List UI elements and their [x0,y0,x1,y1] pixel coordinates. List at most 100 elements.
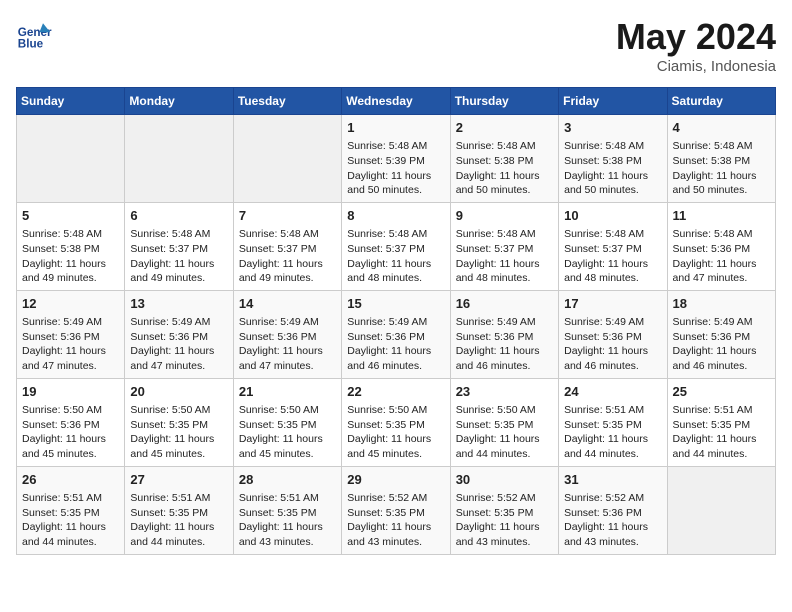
calendar-cell: 7 Sunrise: 5:48 AM Sunset: 5:37 PM Daylig… [233,202,341,290]
day-number: 17 [564,295,661,313]
day-number: 4 [673,119,770,137]
calendar-cell: 3 Sunrise: 5:48 AM Sunset: 5:38 PM Daylig… [559,115,667,203]
calendar-cell: 30 Sunrise: 5:52 AM Sunset: 5:35 PM Dayli… [450,466,558,554]
day-number: 8 [347,207,444,225]
day-number: 31 [564,471,661,489]
day-number: 19 [22,383,119,401]
day-number: 30 [456,471,553,489]
calendar-cell: 15Sunrise: 5:49 AM Sunset: 5:36 PM Dayli… [342,290,450,378]
day-info: Sunrise: 5:51 AM Sunset: 5:35 PM Dayligh… [22,491,119,550]
svg-text:Blue: Blue [18,38,44,51]
day-info: Sunrise: 5:48 AM Sunset: 5:37 PM Dayligh… [239,227,336,286]
calendar-cell [667,466,775,554]
calendar-cell [125,115,233,203]
title-block: May 2024 Ciamis, Indonesia [616,16,776,75]
logo-icon: General Blue [16,16,52,52]
calendar-cell: 26Sunrise: 5:51 AM Sunset: 5:35 PM Dayli… [17,466,125,554]
calendar-cell: 12Sunrise: 5:49 AM Sunset: 5:36 PM Dayli… [17,290,125,378]
day-info: Sunrise: 5:49 AM Sunset: 5:36 PM Dayligh… [456,315,553,374]
day-number: 22 [347,383,444,401]
day-number: 27 [130,471,227,489]
day-info: Sunrise: 5:49 AM Sunset: 5:36 PM Dayligh… [564,315,661,374]
calendar-cell [17,115,125,203]
day-number: 12 [22,295,119,313]
day-info: Sunrise: 5:48 AM Sunset: 5:37 PM Dayligh… [130,227,227,286]
week-row-3: 12 Sunrise: 5:49 AM Sunset: 5:36 PM Dayli… [17,290,776,378]
calendar-cell: 25 Sunrise: 5:51 AM Sunset: 5:35 PM Dayli… [667,378,775,466]
calendar-cell: 31 Sunrise: 5:52 AM Sunset: 5:36 PM Dayli… [559,466,667,554]
day-info: Sunrise: 5:50 AM Sunset: 5:36 PM Dayligh… [22,403,119,462]
day-info: Sunrise: 5:48 AM Sunset: 5:37 PM Dayligh… [347,227,444,286]
calendar-cell: 14 Sunrise: 5:49 AM Sunset: 5:36 PM Dayli… [233,290,341,378]
day-number: 1 [347,119,444,137]
calendar-cell: 17 Sunrise: 5:49 AM Sunset: 5:36 PM Dayli… [559,290,667,378]
day-info: Sunrise: 5:49 AM Sunset: 5:36 PM Dayligh… [347,315,444,374]
calendar-cell: 27 Sunrise: 5:51 AM Sunset: 5:35 PM Dayli… [125,466,233,554]
day-info: Sunrise: 5:51 AM Sunset: 5:35 PM Dayligh… [673,403,770,462]
calendar-cell: 19 Sunrise: 5:50 AM Sunset: 5:36 PM Dayli… [17,378,125,466]
day-info: Sunrise: 5:48 AM Sunset: 5:38 PM Dayligh… [564,139,661,198]
day-header-saturday: Saturday [667,88,775,115]
day-header-thursday: Thursday [450,88,558,115]
calendar-cell: 6 Sunrise: 5:48 AM Sunset: 5:37 PM Daylig… [125,202,233,290]
day-info: Sunrise: 5:51 AM Sunset: 5:35 PM Dayligh… [564,403,661,462]
week-row-4: 19 Sunrise: 5:50 AM Sunset: 5:36 PM Dayli… [17,378,776,466]
week-row-2: 5Sunrise: 5:48 AM Sunset: 5:38 PM Daylig… [17,202,776,290]
day-number: 21 [239,383,336,401]
day-info: Sunrise: 5:48 AM Sunset: 5:37 PM Dayligh… [564,227,661,286]
day-number: 16 [456,295,553,313]
day-number: 29 [347,471,444,489]
location: Ciamis, Indonesia [616,58,776,75]
calendar-cell: 23Sunrise: 5:50 AM Sunset: 5:35 PM Dayli… [450,378,558,466]
logo: General Blue [16,16,52,52]
day-info: Sunrise: 5:48 AM Sunset: 5:39 PM Dayligh… [347,139,444,198]
day-info: Sunrise: 5:50 AM Sunset: 5:35 PM Dayligh… [239,403,336,462]
calendar-cell: 13Sunrise: 5:49 AM Sunset: 5:36 PM Dayli… [125,290,233,378]
day-info: Sunrise: 5:52 AM Sunset: 5:35 PM Dayligh… [347,491,444,550]
day-header-tuesday: Tuesday [233,88,341,115]
day-number: 5 [22,207,119,225]
calendar-table: SundayMondayTuesdayWednesdayThursdayFrid… [16,87,776,555]
day-number: 14 [239,295,336,313]
page-header: General Blue May 2024 Ciamis, Indonesia [16,16,776,75]
day-info: Sunrise: 5:49 AM Sunset: 5:36 PM Dayligh… [673,315,770,374]
day-header-sunday: Sunday [17,88,125,115]
calendar-cell: 22 Sunrise: 5:50 AM Sunset: 5:35 PM Dayli… [342,378,450,466]
day-number: 6 [130,207,227,225]
calendar-cell: 4 Sunrise: 5:48 AM Sunset: 5:38 PM Daylig… [667,115,775,203]
day-info: Sunrise: 5:49 AM Sunset: 5:36 PM Dayligh… [130,315,227,374]
day-number: 10 [564,207,661,225]
day-info: Sunrise: 5:52 AM Sunset: 5:35 PM Dayligh… [456,491,553,550]
day-info: Sunrise: 5:50 AM Sunset: 5:35 PM Dayligh… [347,403,444,462]
day-number: 25 [673,383,770,401]
days-header-row: SundayMondayTuesdayWednesdayThursdayFrid… [17,88,776,115]
calendar-cell: 18 Sunrise: 5:49 AM Sunset: 5:36 PM Dayli… [667,290,775,378]
day-info: Sunrise: 5:52 AM Sunset: 5:36 PM Dayligh… [564,491,661,550]
month-title: May 2024 [616,16,776,58]
day-info: Sunrise: 5:48 AM Sunset: 5:37 PM Dayligh… [456,227,553,286]
day-info: Sunrise: 5:50 AM Sunset: 5:35 PM Dayligh… [130,403,227,462]
day-header-monday: Monday [125,88,233,115]
day-info: Sunrise: 5:48 AM Sunset: 5:38 PM Dayligh… [673,139,770,198]
day-header-wednesday: Wednesday [342,88,450,115]
week-row-1: 1 Sunrise: 5:48 AM Sunset: 5:39 PM Daylig… [17,115,776,203]
calendar-cell: 29 Sunrise: 5:52 AM Sunset: 5:35 PM Dayli… [342,466,450,554]
day-number: 18 [673,295,770,313]
day-info: Sunrise: 5:48 AM Sunset: 5:38 PM Dayligh… [456,139,553,198]
day-number: 3 [564,119,661,137]
day-info: Sunrise: 5:50 AM Sunset: 5:35 PM Dayligh… [456,403,553,462]
day-number: 2 [456,119,553,137]
calendar-cell: 11Sunrise: 5:48 AM Sunset: 5:36 PM Dayli… [667,202,775,290]
day-number: 24 [564,383,661,401]
calendar-cell: 5Sunrise: 5:48 AM Sunset: 5:38 PM Daylig… [17,202,125,290]
day-info: Sunrise: 5:48 AM Sunset: 5:36 PM Dayligh… [673,227,770,286]
calendar-cell: 10 Sunrise: 5:48 AM Sunset: 5:37 PM Dayli… [559,202,667,290]
day-info: Sunrise: 5:49 AM Sunset: 5:36 PM Dayligh… [239,315,336,374]
calendar-cell: 28Sunrise: 5:51 AM Sunset: 5:35 PM Dayli… [233,466,341,554]
day-number: 7 [239,207,336,225]
calendar-cell: 2 Sunrise: 5:48 AM Sunset: 5:38 PM Daylig… [450,115,558,203]
day-info: Sunrise: 5:51 AM Sunset: 5:35 PM Dayligh… [130,491,227,550]
day-number: 20 [130,383,227,401]
calendar-cell: 20 Sunrise: 5:50 AM Sunset: 5:35 PM Dayli… [125,378,233,466]
calendar-cell: 21 Sunrise: 5:50 AM Sunset: 5:35 PM Dayli… [233,378,341,466]
